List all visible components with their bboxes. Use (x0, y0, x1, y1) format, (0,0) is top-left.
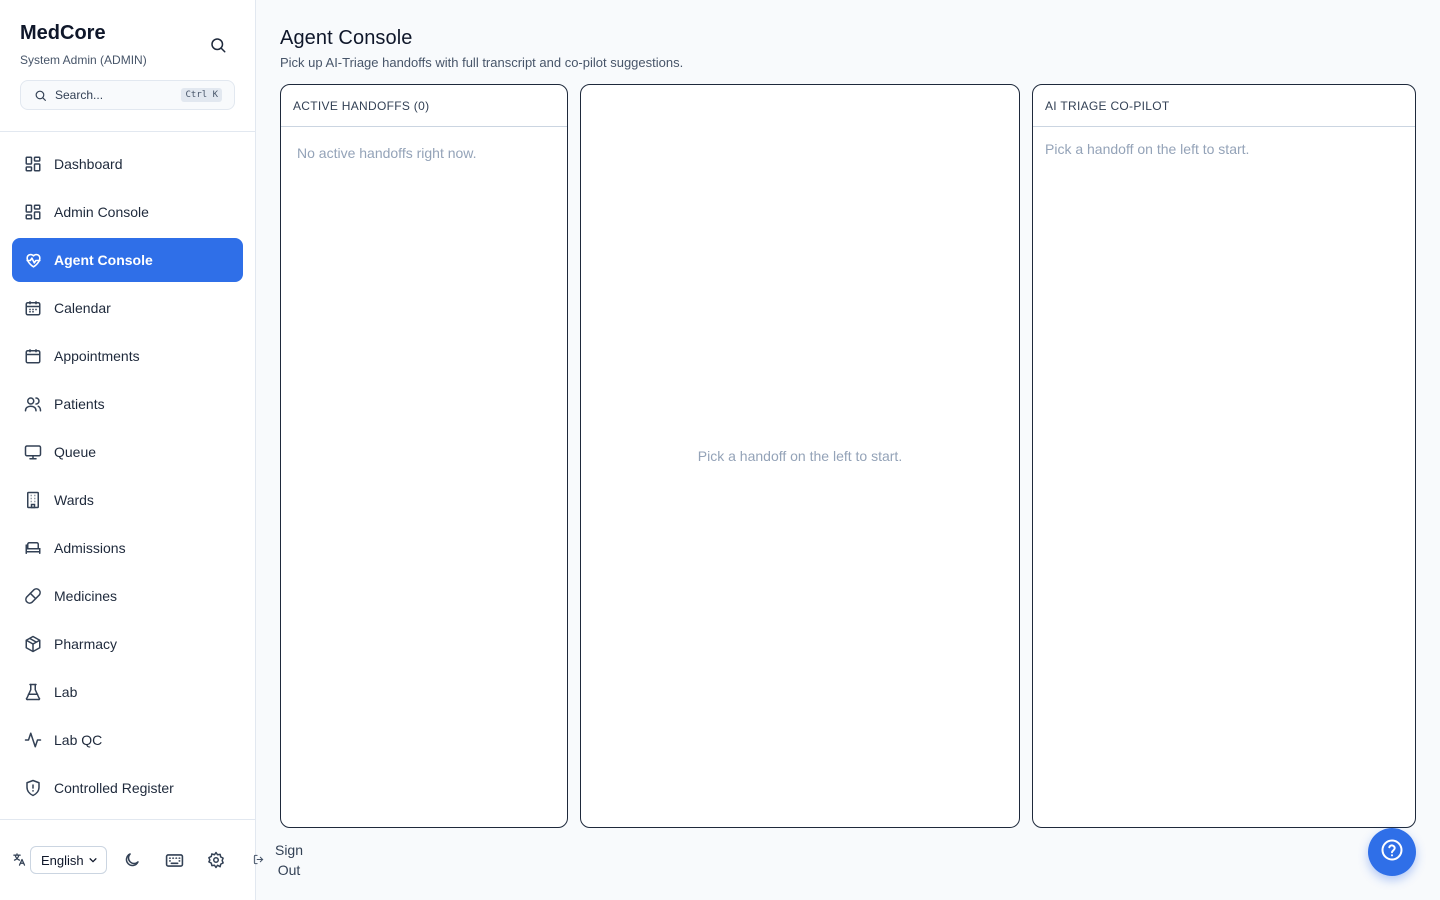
heart-pulse-icon (23, 250, 43, 270)
dashboard-icon (23, 202, 43, 222)
sidebar-item-admissions[interactable]: Admissions (12, 526, 243, 570)
sidebar-item-lab-qc[interactable]: Lab QC (12, 718, 243, 762)
copilot-panel: AI TRIAGE CO-PILOT Pick a handoff on the… (1032, 84, 1416, 828)
copilot-header: AI TRIAGE CO-PILOT (1033, 85, 1415, 127)
sign-out-label: Sign Out (274, 842, 304, 878)
sidebar: MedCore System Admin (ADMIN) Search... C… (0, 0, 256, 900)
page-title: Agent Console (280, 27, 413, 49)
search-shortcut: Ctrl K (181, 88, 222, 102)
sign-out-button[interactable]: Sign Out (252, 840, 304, 880)
sidebar-item-label: Lab (54, 684, 78, 700)
sidebar-item-label: Lab QC (54, 732, 103, 748)
translate-icon (11, 851, 27, 867)
sidebar-item-label: Appointments (54, 348, 140, 364)
transcript-panel: Pick a handoff on the left to start. (580, 84, 1020, 828)
search-placeholder: Search... (55, 88, 104, 102)
moon-icon[interactable] (121, 849, 143, 871)
sidebar-item-lab[interactable]: Lab (12, 670, 243, 714)
calendar-icon (23, 346, 43, 366)
sidebar-item-label: Patients (54, 396, 105, 412)
help-icon (1380, 838, 1404, 867)
flask-icon (23, 682, 43, 702)
handoffs-panel: ACTIVE HANDOFFS (0) No active handoffs r… (280, 84, 568, 828)
bed-icon (23, 538, 43, 558)
sidebar-item-controlled-register[interactable]: Controlled Register (12, 766, 243, 810)
sidebar-footer-divider (0, 819, 256, 820)
sidebar-item-queue[interactable]: Queue (12, 430, 243, 474)
activity-icon (23, 730, 43, 750)
search-icon (33, 88, 47, 102)
handoffs-header: ACTIVE HANDOFFS (0) (281, 85, 567, 127)
gear-icon[interactable] (205, 849, 227, 871)
sidebar-item-label: Dashboard (54, 156, 123, 172)
search-input[interactable]: Search... Ctrl K (20, 80, 235, 110)
language-select[interactable]: English (30, 846, 107, 874)
chevron-down-icon (88, 853, 98, 868)
building-icon (23, 490, 43, 510)
sidebar-divider (0, 131, 256, 132)
sidebar-item-label: Admissions (54, 540, 126, 556)
sidebar-nav: Dashboard Admin Console Agent Console Ca… (12, 142, 243, 814)
calendar-grid-icon (23, 298, 43, 318)
sidebar-item-agent-console[interactable]: Agent Console (12, 238, 243, 282)
page-subtitle: Pick up AI-Triage handoffs with full tra… (280, 55, 684, 70)
keyboard-icon[interactable] (163, 849, 185, 871)
help-button[interactable] (1368, 828, 1416, 876)
language-value: English (41, 852, 84, 868)
sidebar-item-appointments[interactable]: Appointments (12, 334, 243, 378)
sidebar-item-wards[interactable]: Wards (12, 478, 243, 522)
sidebar-item-label: Calendar (54, 300, 111, 316)
sidebar-item-calendar[interactable]: Calendar (12, 286, 243, 330)
sidebar-item-label: Pharmacy (54, 636, 118, 652)
app-brand: MedCore (20, 22, 106, 44)
transcript-empty-message: Pick a handoff on the left to start. (697, 448, 903, 464)
user-role: System Admin (ADMIN) (20, 53, 147, 67)
dashboard-icon (23, 154, 43, 174)
sidebar-item-medicines[interactable]: Medicines (12, 574, 243, 618)
users-icon (23, 394, 43, 414)
sidebar-item-label: Wards (54, 492, 94, 508)
sidebar-item-admin-console[interactable]: Admin Console (12, 190, 243, 234)
log-out-icon (252, 853, 264, 865)
search-icon[interactable] (207, 34, 229, 56)
sidebar-item-dashboard[interactable]: Dashboard (12, 142, 243, 186)
sidebar-item-label: Agent Console (54, 252, 153, 268)
handoffs-empty-message: No active handoffs right now. (297, 145, 477, 161)
sidebar-item-pharmacy[interactable]: Pharmacy (12, 622, 243, 666)
sidebar-item-label: Controlled Register (54, 780, 174, 796)
sidebar-item-label: Queue (54, 444, 97, 460)
sidebar-item-label: Admin Console (54, 204, 149, 220)
sidebar-item-label: Medicines (54, 588, 118, 604)
shield-icon (23, 778, 43, 798)
package-icon (23, 634, 43, 654)
sidebar-item-patients[interactable]: Patients (12, 382, 243, 426)
monitor-icon (23, 442, 43, 462)
pill-icon (23, 586, 43, 606)
copilot-empty-message: Pick a handoff on the left to start. (1045, 141, 1250, 157)
